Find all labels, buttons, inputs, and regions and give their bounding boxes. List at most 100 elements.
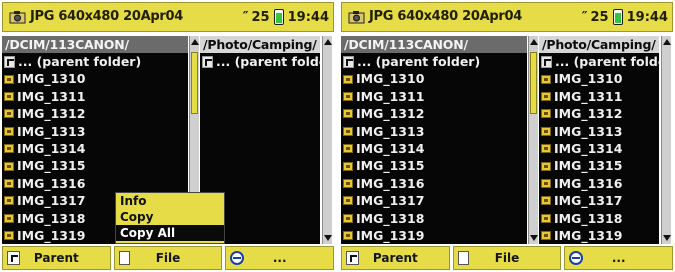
image-file-icon	[4, 213, 14, 223]
list-item[interactable]: IMG_1316	[539, 175, 659, 192]
list-item-parent[interactable]: ... (parent folde	[200, 53, 320, 70]
list-item-label: IMG_1315	[554, 158, 623, 174]
list-item[interactable]: IMG_1310	[539, 70, 659, 87]
list-item-parent[interactable]: ... (parent folder)	[2, 53, 188, 70]
scroll-down-icon[interactable]	[324, 235, 332, 241]
file-context-menu: Info Copy Copy All	[115, 192, 225, 244]
scroll-up-icon[interactable]	[191, 39, 199, 45]
file-button[interactable]: File	[452, 246, 562, 270]
item-count: 25	[590, 9, 609, 25]
parent-button[interactable]: Parent	[2, 246, 111, 270]
image-file-icon	[4, 144, 14, 154]
misc-button[interactable]: ...	[225, 246, 335, 270]
scroll-down-icon[interactable]	[663, 235, 671, 241]
misc-button[interactable]: ...	[564, 246, 674, 270]
list-item[interactable]: IMG_1318	[341, 210, 527, 227]
file-list-left[interactable]: /DCIM/113CANON/ ... (parent folder) IMG_…	[341, 36, 527, 244]
list-item[interactable]: IMG_1312	[2, 105, 188, 122]
list-item-label: IMG_1316	[356, 175, 425, 191]
image-file-icon	[4, 178, 14, 188]
list-item-parent[interactable]: ... (parent folde	[539, 53, 659, 70]
image-file-icon	[541, 161, 551, 171]
list-item[interactable]: IMG_1316	[2, 175, 188, 192]
parent-folder-icon	[541, 55, 552, 68]
image-file-icon	[541, 213, 551, 223]
list-item[interactable]: IMG_1315	[2, 157, 188, 174]
list-item[interactable]: IMG_1313	[2, 123, 188, 140]
image-file-icon	[343, 74, 353, 84]
list-item[interactable]: IMG_1315	[341, 157, 527, 174]
list-item[interactable]: IMG_1312	[539, 105, 659, 122]
list-item-label: IMG_1318	[17, 210, 86, 226]
list-item[interactable]: IMG_1315	[539, 157, 659, 174]
parent-folder-icon	[7, 251, 20, 265]
list-item[interactable]: IMG_1310	[341, 70, 527, 87]
list-item-label: IMG_1310	[356, 71, 425, 87]
scroll-thumb[interactable]	[530, 52, 537, 114]
list-item-label: ... (parent folde	[555, 54, 659, 69]
screen-after-copy: JPG 640x480 20Apr04 ″ 25 19:44 /DCIM/113…	[339, 0, 675, 272]
menu-item-copy[interactable]: Copy	[116, 209, 224, 225]
parent-folder-icon	[4, 55, 15, 68]
scroll-down-icon[interactable]	[530, 235, 538, 241]
left-scrollbar[interactable]	[528, 36, 538, 244]
parent-button[interactable]: Parent	[341, 246, 450, 270]
image-file-icon	[4, 161, 14, 171]
screen-before-copy: JPG 640x480 20Apr04 ″ 25 19:44 /DCIM/113…	[0, 0, 336, 272]
list-item[interactable]: IMG_1313	[341, 123, 527, 140]
list-item[interactable]: IMG_1311	[539, 88, 659, 105]
battery-icon	[273, 9, 284, 25]
list-item-label: IMG_1316	[554, 175, 623, 191]
list-item-label: ... (parent folder)	[18, 54, 142, 69]
list-item[interactable]: IMG_1319	[341, 227, 527, 244]
menu-item-copy-all[interactable]: Copy All	[116, 225, 224, 241]
file-info-title: JPG 640x480 20Apr04	[369, 9, 523, 24]
list-item[interactable]: IMG_1310	[2, 70, 188, 87]
camera-icon	[348, 11, 365, 24]
scroll-up-icon[interactable]	[324, 39, 332, 45]
list-item[interactable]: IMG_1314	[341, 140, 527, 157]
list-item[interactable]: IMG_1316	[341, 175, 527, 192]
list-item[interactable]: IMG_1314	[2, 140, 188, 157]
list-item-label: IMG_1318	[356, 210, 425, 226]
scroll-up-icon[interactable]	[663, 39, 671, 45]
list-item[interactable]: IMG_1317	[341, 192, 527, 209]
list-item-label: IMG_1319	[17, 227, 86, 243]
image-file-icon	[541, 91, 551, 101]
list-item-label: ... (parent folder)	[357, 54, 481, 69]
list-item[interactable]: IMG_1314	[539, 140, 659, 157]
list-item[interactable]: IMG_1311	[2, 88, 188, 105]
battery-icon	[612, 9, 623, 25]
status-bar: JPG 640x480 20Apr04 ″ 25 19:44	[2, 2, 334, 32]
button-label: File	[155, 251, 181, 265]
file-list-right[interactable]: /Photo/Camping/ ... (parent folde IMG_13…	[539, 36, 659, 244]
button-label: File	[494, 251, 520, 265]
list-item[interactable]: IMG_1317	[539, 192, 659, 209]
list-item[interactable]: IMG_1313	[539, 123, 659, 140]
list-item-label: IMG_1314	[554, 140, 623, 156]
list-item[interactable]: IMG_1312	[341, 105, 527, 122]
function-bar: Parent File ...	[2, 246, 335, 270]
status-right-group: ″ 25 19:44	[243, 9, 329, 25]
list-item[interactable]: IMG_1318	[539, 210, 659, 227]
status-bar: JPG 640x480 20Apr04 ″ 25 19:44	[341, 2, 673, 32]
list-item[interactable]: IMG_1311	[341, 88, 527, 105]
right-scrollbar[interactable]	[322, 36, 332, 244]
menu-item-info[interactable]: Info	[116, 193, 224, 209]
list-item-label: IMG_1314	[17, 140, 86, 156]
list-item-parent[interactable]: ... (parent folder)	[341, 53, 527, 70]
image-file-icon	[4, 109, 14, 119]
list-item-label: IMG_1315	[356, 158, 425, 174]
list-item-label: IMG_1318	[554, 210, 623, 226]
scroll-up-icon[interactable]	[530, 39, 538, 45]
list-item[interactable]: IMG_1319	[539, 227, 659, 244]
image-file-icon	[4, 126, 14, 136]
file-button[interactable]: File	[113, 246, 223, 270]
scroll-thumb[interactable]	[191, 52, 198, 114]
list-item-label: IMG_1312	[356, 106, 425, 122]
image-file-icon	[4, 196, 14, 206]
signal-icon: ″	[242, 9, 249, 25]
list-item-label: IMG_1313	[554, 123, 623, 139]
right-scrollbar[interactable]	[661, 36, 671, 244]
image-file-icon	[343, 144, 353, 154]
